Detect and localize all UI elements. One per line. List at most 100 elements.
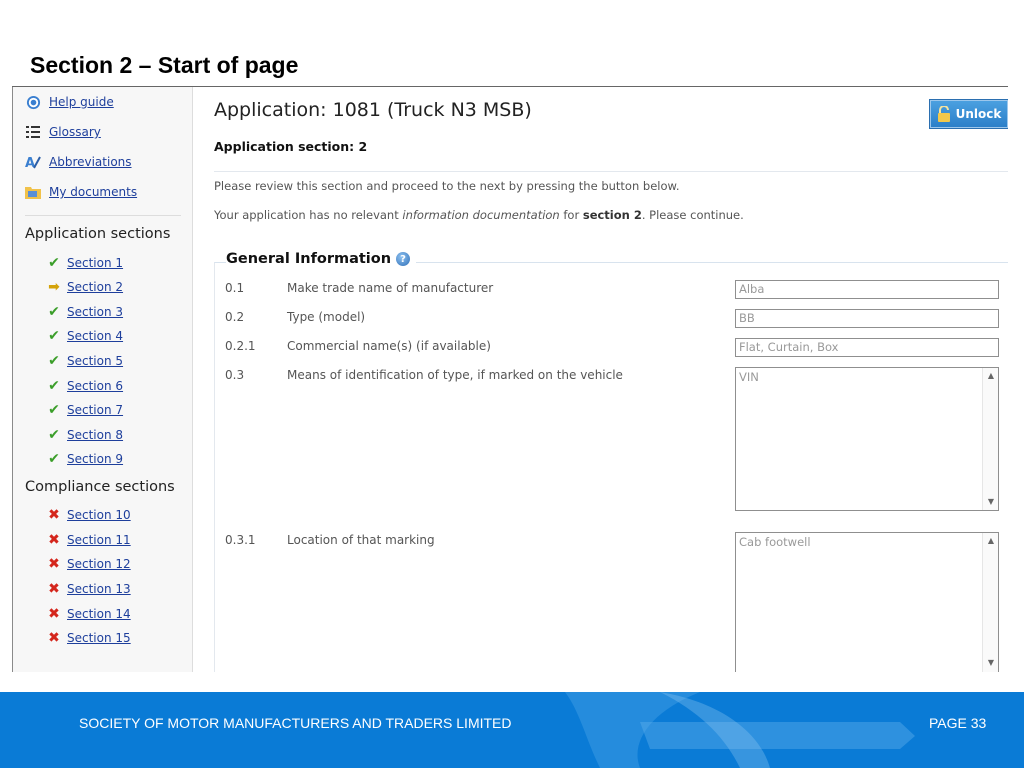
field-number: 0.3.1 (225, 533, 256, 547)
help-icon[interactable]: ? (396, 252, 411, 266)
slide-title: Section 2 – Start of page (30, 52, 299, 78)
check-icon: ✔ (48, 328, 60, 344)
field-number: 0.3 (225, 368, 245, 382)
compliance-sections-heading: Compliance sections (25, 479, 175, 495)
cross-icon: ✖ (48, 581, 60, 597)
scroll-up-icon[interactable]: ▲ (983, 533, 999, 549)
abbreviations-icon: A (25, 154, 41, 170)
scroll-down-icon[interactable]: ▼ (983, 655, 999, 671)
help-guide-link[interactable]: Help guide (25, 94, 114, 110)
field-label: Type (model) (287, 310, 366, 324)
field-label: Make trade name of manufacturer (287, 281, 494, 295)
section-label: Section 4 (67, 329, 124, 343)
section-label: Section 14 (67, 607, 131, 621)
sidebar-section-4[interactable]: ✔ Section 4 (46, 328, 123, 344)
lock-icon (937, 105, 951, 122)
general-information-title: General Information (226, 251, 392, 267)
glossary-icon (25, 124, 41, 140)
sidebar-section-7[interactable]: ✔ Section 7 (46, 402, 123, 418)
application-title: Application: 1081 (Truck N3 MSB) (214, 99, 532, 121)
section-label: Section 6 (67, 379, 124, 393)
check-icon: ✔ (48, 402, 60, 418)
section-label: Section 2 (67, 280, 124, 294)
sidebar-section-6[interactable]: ✔ Section 6 (46, 378, 123, 394)
type-model-input[interactable]: BB (735, 309, 999, 328)
sidebar-section-2[interactable]: ➡ Section 2 (46, 279, 123, 295)
sidebar-section-9[interactable]: ✔ Section 9 (46, 451, 123, 467)
slide-footer: SOCIETY OF MOTOR MANUFACTURERS AND TRADE… (0, 692, 1024, 768)
abbreviations-link[interactable]: A Abbreviations (25, 154, 132, 170)
marking-location-value: Cab footwell (739, 535, 811, 549)
application-screenshot: Help guide Glossary A Abbreviations My d… (12, 87, 1008, 672)
my-documents-label: My documents (49, 185, 138, 199)
section-label: Section 7 (67, 403, 124, 417)
scroll-down-icon[interactable]: ▼ (983, 494, 999, 510)
manufacturer-name-input[interactable]: Alba (735, 280, 999, 299)
sidebar-section-1[interactable]: ✔ Section 1 (46, 255, 123, 271)
check-icon: ✔ (48, 378, 60, 394)
header-divider (214, 171, 1008, 172)
field-number: 0.2.1 (225, 339, 256, 353)
documentation-notice: Your application has no relevant informa… (214, 208, 744, 222)
section-label: Section 3 (67, 305, 124, 319)
sidebar-divider (25, 215, 181, 216)
review-instruction: Please review this section and proceed t… (214, 179, 680, 193)
footer-page-number: PAGE 33 (929, 715, 987, 731)
textarea-scrollbar[interactable]: ▲ ▼ (982, 533, 998, 672)
textarea-scrollbar[interactable]: ▲ ▼ (982, 368, 998, 510)
footer-organization: SOCIETY OF MOTOR MANUFACTURERS AND TRADE… (79, 715, 512, 731)
application-sections-heading: Application sections (25, 226, 171, 242)
sidebar-section-5[interactable]: ✔ Section 5 (46, 353, 123, 369)
sidebar-section-15[interactable]: ✖ Section 15 (46, 630, 131, 646)
sidebar-section-3[interactable]: ✔ Section 3 (46, 304, 123, 320)
general-information-heading: General Information ? (226, 251, 417, 267)
field-number: 0.1 (225, 281, 245, 295)
field-number: 0.2 (225, 310, 245, 324)
field-label: Means of identification of type, if mark… (287, 368, 623, 382)
sidebar-section-8[interactable]: ✔ Section 8 (46, 427, 123, 443)
sidebar-section-13[interactable]: ✖ Section 13 (46, 581, 131, 597)
identification-value: VIN (739, 370, 759, 384)
section-label: Section 8 (67, 428, 124, 442)
check-icon: ✔ (48, 255, 60, 271)
section-label: Section 5 (67, 354, 124, 368)
check-icon: ✔ (48, 353, 60, 369)
field-label: Commercial name(s) (if available) (287, 339, 491, 353)
check-icon: ✔ (48, 304, 60, 320)
check-icon: ✔ (48, 451, 60, 467)
section-label: Section 9 (67, 452, 124, 466)
cross-icon: ✖ (48, 507, 60, 523)
section-label: Section 1 (67, 256, 124, 270)
glossary-label: Glossary (49, 125, 101, 139)
identification-textarea[interactable]: VIN ▲ ▼ (735, 367, 999, 511)
section-label: Section 13 (67, 582, 131, 596)
main-content: Application: 1081 (Truck N3 MSB) Unlock … (214, 87, 1008, 672)
my-documents-link[interactable]: My documents (25, 184, 137, 200)
sidebar: Help guide Glossary A Abbreviations My d… (13, 87, 193, 672)
unlock-button[interactable]: Unlock (930, 100, 1008, 128)
check-icon: ✔ (48, 427, 60, 443)
sidebar-section-10[interactable]: ✖ Section 10 (46, 507, 131, 523)
scroll-up-icon[interactable]: ▲ (983, 368, 999, 384)
cross-icon: ✖ (48, 630, 60, 646)
abbreviations-label: Abbreviations (49, 155, 132, 169)
cross-icon: ✖ (48, 606, 60, 622)
field-label: Location of that marking (287, 533, 435, 547)
sidebar-section-11[interactable]: ✖ Section 11 (46, 532, 131, 548)
sidebar-section-14[interactable]: ✖ Section 14 (46, 606, 131, 622)
section-label: Section 12 (67, 557, 131, 571)
cross-icon: ✖ (48, 556, 60, 572)
svg-text:A: A (25, 156, 35, 170)
help-icon (25, 94, 41, 110)
help-guide-label: Help guide (49, 95, 114, 109)
sidebar-section-12[interactable]: ✖ Section 12 (46, 556, 131, 572)
section-label: Section 15 (67, 631, 131, 645)
commercial-name-input[interactable]: Flat, Curtain, Box (735, 338, 999, 357)
cross-icon: ✖ (48, 532, 60, 548)
section-label: Section 10 (67, 508, 131, 522)
marking-location-textarea[interactable]: Cab footwell ▲ ▼ (735, 532, 999, 672)
glossary-link[interactable]: Glossary (25, 124, 101, 140)
folder-icon (25, 184, 41, 200)
section-label: Section 11 (67, 533, 131, 547)
application-section-label: Application section: 2 (214, 139, 368, 154)
